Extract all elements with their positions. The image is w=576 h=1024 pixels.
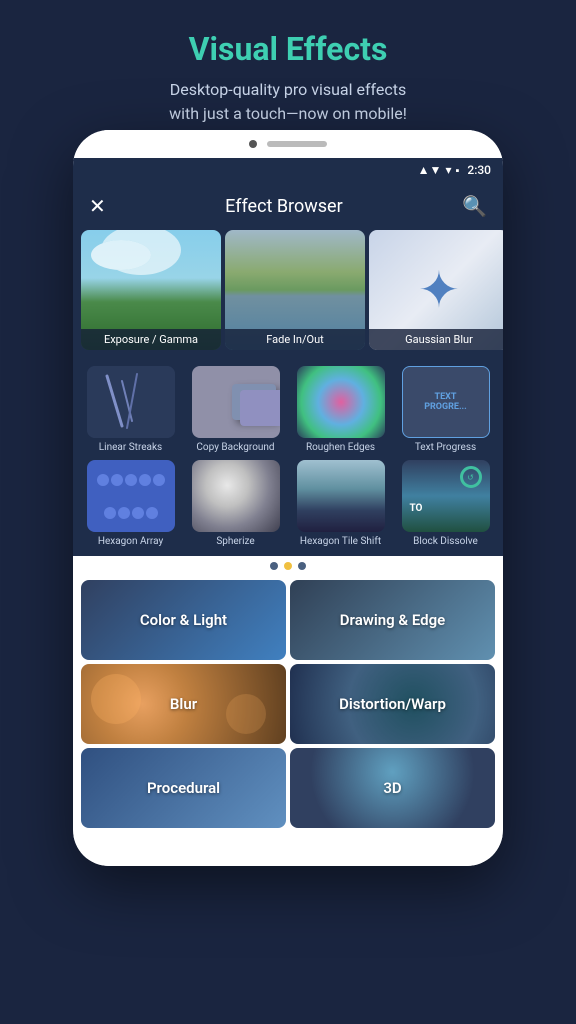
effects-grid-section: Linear Streaks Copy Background Roughen E…: [73, 358, 503, 556]
effect-label-copy-bg: Copy Background: [196, 442, 274, 454]
effect-label-block: Block Dissolve: [413, 536, 478, 548]
effect-thumb-linear: [87, 366, 175, 438]
effect-thumb-roughen: [297, 366, 385, 438]
category-label-distort: Distortion/Warp: [339, 695, 446, 713]
effect-thumb-copy-bg: [192, 366, 280, 438]
effect-thumb-hex-tile: [297, 460, 385, 532]
hex-dot: [104, 507, 116, 519]
page-subtitle: Desktop-quality pro visual effectswith j…: [40, 78, 536, 126]
category-label-3d: 3D: [383, 779, 401, 797]
hex-dot: [125, 474, 137, 486]
pagination-dot-3[interactable]: [298, 562, 306, 570]
page-title: Visual Effects: [40, 30, 536, 68]
linear-streaks-svg: [87, 366, 175, 438]
featured-item-fade[interactable]: Fade In/Out: [225, 230, 365, 350]
app-topbar: ✕ Effect Browser 🔍: [73, 182, 503, 230]
effect-label-roughen: Roughen Edges: [306, 442, 375, 454]
close-button[interactable]: ✕: [89, 194, 106, 218]
phone-physical-top: [73, 130, 503, 158]
signal-icon: ▲▼: [418, 163, 442, 177]
featured-label-fade: Fade In/Out: [225, 329, 365, 350]
effect-spherize[interactable]: Spherize: [186, 460, 285, 548]
pagination-dots: [73, 556, 503, 576]
effect-thumb-hexagon: [87, 460, 175, 532]
effect-label-linear: Linear Streaks: [99, 442, 162, 454]
hex-dot: [111, 474, 123, 486]
category-grid: Color & Light Drawing & Edge Blur Distor…: [73, 576, 503, 836]
category-label-drawing: Drawing & Edge: [340, 611, 445, 629]
pagination-dot-2[interactable]: [284, 562, 292, 570]
category-drawing-edge[interactable]: Drawing & Edge: [290, 580, 495, 660]
effect-text-progress[interactable]: TEXTPROGRE... Text Progress: [396, 366, 495, 454]
hex-dot: [97, 474, 109, 486]
category-color-light[interactable]: Color & Light: [81, 580, 286, 660]
block-circle-icon: ↺: [460, 466, 482, 488]
category-procedural[interactable]: Procedural: [81, 748, 286, 828]
battery-icon: ▪: [455, 164, 459, 177]
category-label-procedural: Procedural: [147, 779, 220, 797]
hex-dot: [139, 474, 151, 486]
effect-label-text: Text Progress: [415, 442, 476, 454]
effect-thumb-spherize: [192, 460, 280, 532]
hex-dot: [118, 507, 130, 519]
effect-block-dissolve[interactable]: ↺ TO Block Dissolve: [396, 460, 495, 548]
effect-hexagon-array[interactable]: Hexagon Array: [81, 460, 180, 548]
effect-label-hex-tile: Hexagon Tile Shift: [300, 536, 381, 548]
text-progress-preview: TEXTPROGRE...: [424, 392, 467, 412]
effect-copy-background[interactable]: Copy Background: [186, 366, 285, 454]
effect-hex-tile-shift[interactable]: Hexagon Tile Shift: [291, 460, 390, 548]
hex-dot: [132, 507, 144, 519]
phone-frame: ▲▼ ▾ ▪ 2:30 ✕ Effect Browser 🔍 Exposure …: [73, 130, 503, 866]
category-distortion-warp[interactable]: Distortion/Warp: [290, 664, 495, 744]
featured-item-exposure[interactable]: Exposure / Gamma: [81, 230, 221, 350]
effect-label-hexagon: Hexagon Array: [98, 536, 163, 548]
block-to-label: TO: [410, 503, 423, 514]
phone-camera: [249, 140, 257, 148]
category-label-color-light: Color & Light: [140, 611, 227, 629]
effect-linear-streaks[interactable]: Linear Streaks: [81, 366, 180, 454]
hex-dot: [153, 474, 165, 486]
category-3d[interactable]: 3D: [290, 748, 495, 828]
status-bar: ▲▼ ▾ ▪ 2:30: [73, 158, 503, 182]
effect-roughen-edges[interactable]: Roughen Edges: [291, 366, 390, 454]
effects-grid: Linear Streaks Copy Background Roughen E…: [81, 366, 495, 548]
effect-label-spherize: Spherize: [216, 536, 254, 548]
app-header: Visual Effects Desktop-quality pro visua…: [0, 0, 576, 146]
clock: 2:30: [467, 163, 491, 177]
featured-item-gaussian[interactable]: ✦ Gaussian Blur: [369, 230, 503, 350]
wifi-icon: ▾: [445, 163, 451, 177]
star-decoration: ✦: [418, 261, 460, 320]
hex-dot: [146, 507, 158, 519]
status-icons: ▲▼ ▾ ▪ 2:30: [418, 163, 491, 177]
featured-label-gaussian: Gaussian Blur: [369, 329, 503, 350]
app-title: Effect Browser: [225, 196, 343, 217]
effect-thumb-block: ↺ TO: [402, 460, 490, 532]
effect-thumb-text: TEXTPROGRE...: [402, 366, 490, 438]
phone-bottom-bar: [73, 836, 503, 866]
pagination-dot-1[interactable]: [270, 562, 278, 570]
search-button[interactable]: 🔍: [462, 194, 487, 218]
category-blur[interactable]: Blur: [81, 664, 286, 744]
featured-effects-row: Exposure / Gamma Fade In/Out ✦ Gaussian …: [73, 230, 503, 358]
category-label-blur: Blur: [170, 695, 197, 713]
phone-speaker: [267, 141, 327, 147]
featured-label-exposure: Exposure / Gamma: [81, 329, 221, 350]
